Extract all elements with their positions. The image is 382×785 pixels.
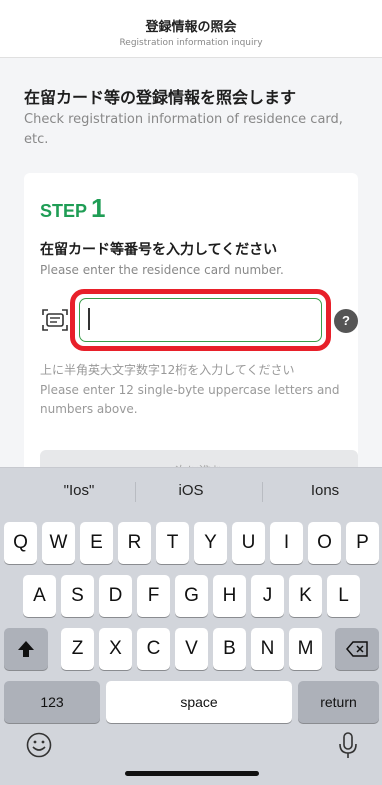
key[interactable]: M xyxy=(289,628,322,670)
key[interactable]: E xyxy=(80,522,113,564)
key[interactable]: T xyxy=(156,522,189,564)
key[interactable]: F xyxy=(137,575,170,617)
help-icon[interactable]: ? xyxy=(334,309,358,333)
key[interactable]: P xyxy=(346,522,379,564)
app-header: 登録情報の照会 Registration information inquiry xyxy=(0,0,382,58)
hint-ja: 上に半角英大文字数字12桁を入力してください xyxy=(40,363,295,377)
page-subtitle: Registration information inquiry xyxy=(119,38,263,48)
step-word: STEP xyxy=(40,201,88,221)
key[interactable]: H xyxy=(213,575,246,617)
step-label: STEP 1 xyxy=(40,193,105,224)
key[interactable]: A xyxy=(23,575,56,617)
step-number: 1 xyxy=(91,193,106,223)
backspace-icon xyxy=(346,641,368,657)
key[interactable]: I xyxy=(270,522,303,564)
emoji-icon[interactable] xyxy=(26,732,52,758)
key[interactable]: B xyxy=(213,628,246,670)
key[interactable]: R xyxy=(118,522,151,564)
key[interactable]: D xyxy=(99,575,132,617)
key[interactable]: C xyxy=(137,628,170,670)
hint-en: Please enter 12 single-byte uppercase le… xyxy=(40,383,340,416)
key[interactable]: O xyxy=(308,522,341,564)
on-screen-keyboard: "Ios" iOS Ions Q W E R T Y U I O P A S D… xyxy=(0,467,382,785)
key[interactable]: Y xyxy=(194,522,227,564)
key[interactable]: L xyxy=(327,575,360,617)
delete-key[interactable] xyxy=(335,628,379,670)
key[interactable]: S xyxy=(61,575,94,617)
key[interactable]: U xyxy=(232,522,265,564)
space-key[interactable]: space xyxy=(106,681,292,723)
key[interactable]: G xyxy=(175,575,208,617)
home-indicator[interactable] xyxy=(125,771,259,776)
page-title: 登録情報の照会 xyxy=(145,20,237,35)
card-scan-icon[interactable] xyxy=(42,308,68,332)
key[interactable]: K xyxy=(289,575,322,617)
intro-heading-ja: 在留カード等の登録情報を照会します xyxy=(24,88,297,107)
suggestion-item[interactable]: "Ios" xyxy=(24,482,134,499)
microphone-icon[interactable] xyxy=(338,732,358,760)
numbers-key[interactable]: 123 xyxy=(4,681,100,723)
key[interactable]: N xyxy=(251,628,284,670)
suggestion-divider xyxy=(262,482,263,502)
prompt-ja: 在留カード等番号を入力してください xyxy=(40,242,278,258)
suggestion-item[interactable]: Ions xyxy=(270,482,380,499)
suggestion-item[interactable]: iOS xyxy=(136,482,246,499)
key[interactable]: X xyxy=(99,628,132,670)
key[interactable]: Q xyxy=(4,522,37,564)
residence-card-number-input[interactable] xyxy=(79,298,322,342)
shift-icon xyxy=(18,641,34,657)
intro-heading-en: Check registration information of reside… xyxy=(24,112,343,147)
key[interactable]: J xyxy=(251,575,284,617)
key[interactable]: V xyxy=(175,628,208,670)
key[interactable]: Z xyxy=(61,628,94,670)
suggestion-bar: "Ios" iOS Ions xyxy=(0,468,382,512)
return-key[interactable]: return xyxy=(298,681,379,723)
prompt-en: Please enter the residence card number. xyxy=(40,263,284,277)
key[interactable]: W xyxy=(42,522,75,564)
shift-key[interactable] xyxy=(4,628,48,670)
